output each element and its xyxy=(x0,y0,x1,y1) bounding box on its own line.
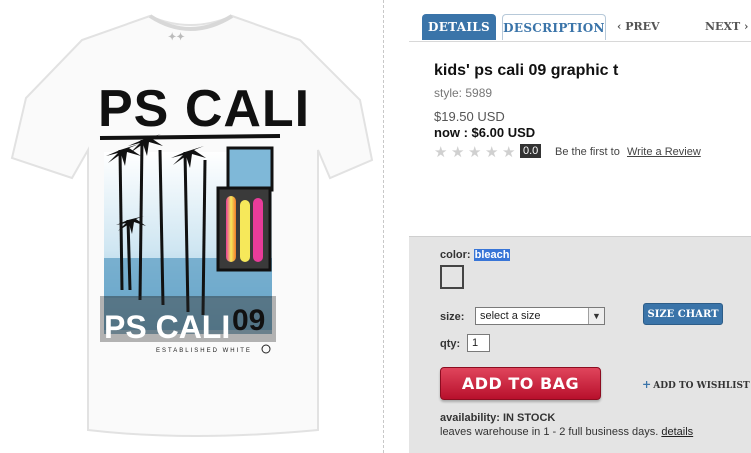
availability-status: availability: IN STOCK xyxy=(440,412,556,424)
rating-value: 0.0 xyxy=(520,144,542,158)
color-label: color: bleach xyxy=(440,249,511,261)
star-icon: ★ xyxy=(434,144,448,161)
be-first-text: Be the first to xyxy=(555,146,620,158)
size-chart-button[interactable]: SIZE CHART xyxy=(643,303,723,325)
purchase-options: color: bleach size: select a size ▼ SIZE… xyxy=(409,236,751,453)
warehouse-text: leaves warehouse in 1 - 2 full business … xyxy=(440,426,659,438)
sale-price: now : $6.00 USD xyxy=(434,125,536,140)
size-select-value: select a size xyxy=(480,310,541,322)
prev-label: PREV xyxy=(625,20,660,33)
product-info: kids' ps cali 09 graphic t style: 5989 $… xyxy=(434,62,744,161)
graphic-bottom-text: PS CALI xyxy=(104,309,230,345)
add-to-wishlist-link[interactable]: + ADD TO WISHLIST xyxy=(642,378,750,391)
color-value: bleach xyxy=(473,249,511,261)
write-review-link[interactable]: Write a Review xyxy=(627,146,701,158)
divider xyxy=(383,0,384,453)
prev-link[interactable]: ‹ PREV xyxy=(617,20,660,33)
color-swatch[interactable] xyxy=(440,265,464,289)
product-title: kids' ps cali 09 graphic t xyxy=(434,62,619,79)
star-icon: ★ xyxy=(485,144,499,161)
wishlist-label: ADD TO WISHLIST xyxy=(653,381,750,391)
chevron-left-icon: ‹ xyxy=(617,20,626,33)
next-link[interactable]: NEXT › xyxy=(705,20,748,33)
chevron-right-icon: › xyxy=(740,20,749,33)
size-label: size: xyxy=(440,311,465,323)
color-label-text: color: xyxy=(440,249,471,261)
plus-icon: + xyxy=(642,378,652,391)
tab-details[interactable]: DETAILS xyxy=(422,14,496,40)
details-link[interactable]: details xyxy=(661,426,693,438)
original-price: $19.50 USD xyxy=(434,109,505,124)
tabs-bar: DETAILS DESCRIPTION ‹ PREV NEXT › xyxy=(409,10,751,42)
graphic-small-text: ESTABLISHED WHITE xyxy=(156,348,252,354)
svg-text:✦✦: ✦✦ xyxy=(168,32,185,43)
graphic-headline: PS CALI xyxy=(98,80,310,138)
qty-input[interactable]: 1 xyxy=(467,334,490,352)
warehouse-info: leaves warehouse in 1 - 2 full business … xyxy=(440,426,693,438)
product-image-area: ✦✦ PS CALI PS CALI 09 ESTABLISHED WHITE xyxy=(0,0,383,453)
graphic-number: 09 xyxy=(232,304,265,337)
product-detail-panel: DETAILS DESCRIPTION ‹ PREV NEXT › kids' … xyxy=(409,0,751,453)
product-image[interactable]: ✦✦ PS CALI PS CALI 09 ESTABLISHED WHITE xyxy=(0,0,383,453)
star-icon: ★ xyxy=(468,144,482,161)
rating-row: ★ ★ ★ ★ ★ 0.0 Be the first to Write a Re… xyxy=(434,143,744,161)
chevron-down-icon[interactable]: ▼ xyxy=(588,308,604,324)
add-to-bag-button[interactable]: ADD TO BAG xyxy=(440,367,601,400)
size-select[interactable]: select a size ▼ xyxy=(475,307,605,325)
star-icon: ★ xyxy=(451,144,465,161)
qty-label: qty: xyxy=(440,338,461,350)
product-style: style: 5989 xyxy=(434,86,493,100)
tab-description[interactable]: DESCRIPTION xyxy=(502,14,606,40)
next-label: NEXT xyxy=(705,20,741,33)
star-icon: ★ xyxy=(502,144,516,161)
